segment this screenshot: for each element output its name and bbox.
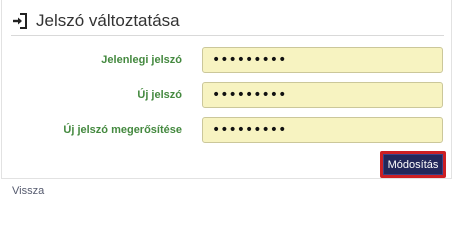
page-title: Jelszó változtatása: [36, 11, 180, 30]
confirm-password-label: Új jelszó megerősítése: [63, 124, 182, 136]
new-password-row: Új jelszó: [2, 82, 453, 108]
current-password-label: Jelenlegi jelszó: [101, 54, 182, 66]
new-password-field[interactable]: [202, 82, 443, 108]
current-password-row: Jelenlegi jelszó: [2, 47, 453, 73]
header-divider: [11, 35, 444, 36]
submit-button[interactable]: Módosítás: [383, 154, 443, 175]
sign-in-icon: [12, 13, 28, 29]
confirm-password-field[interactable]: [202, 117, 443, 143]
current-password-field[interactable]: [202, 47, 443, 73]
new-password-label: Új jelszó: [137, 89, 182, 101]
submit-button-focus-ring: Módosítás: [380, 151, 446, 178]
confirm-password-row: Új jelszó megerősítése: [2, 117, 453, 143]
back-link[interactable]: Vissza: [12, 185, 44, 197]
panel-header: Jelszó változtatása: [12, 9, 180, 33]
change-password-panel: Jelszó változtatása Jelenlegi jelszó Új …: [1, 0, 452, 179]
